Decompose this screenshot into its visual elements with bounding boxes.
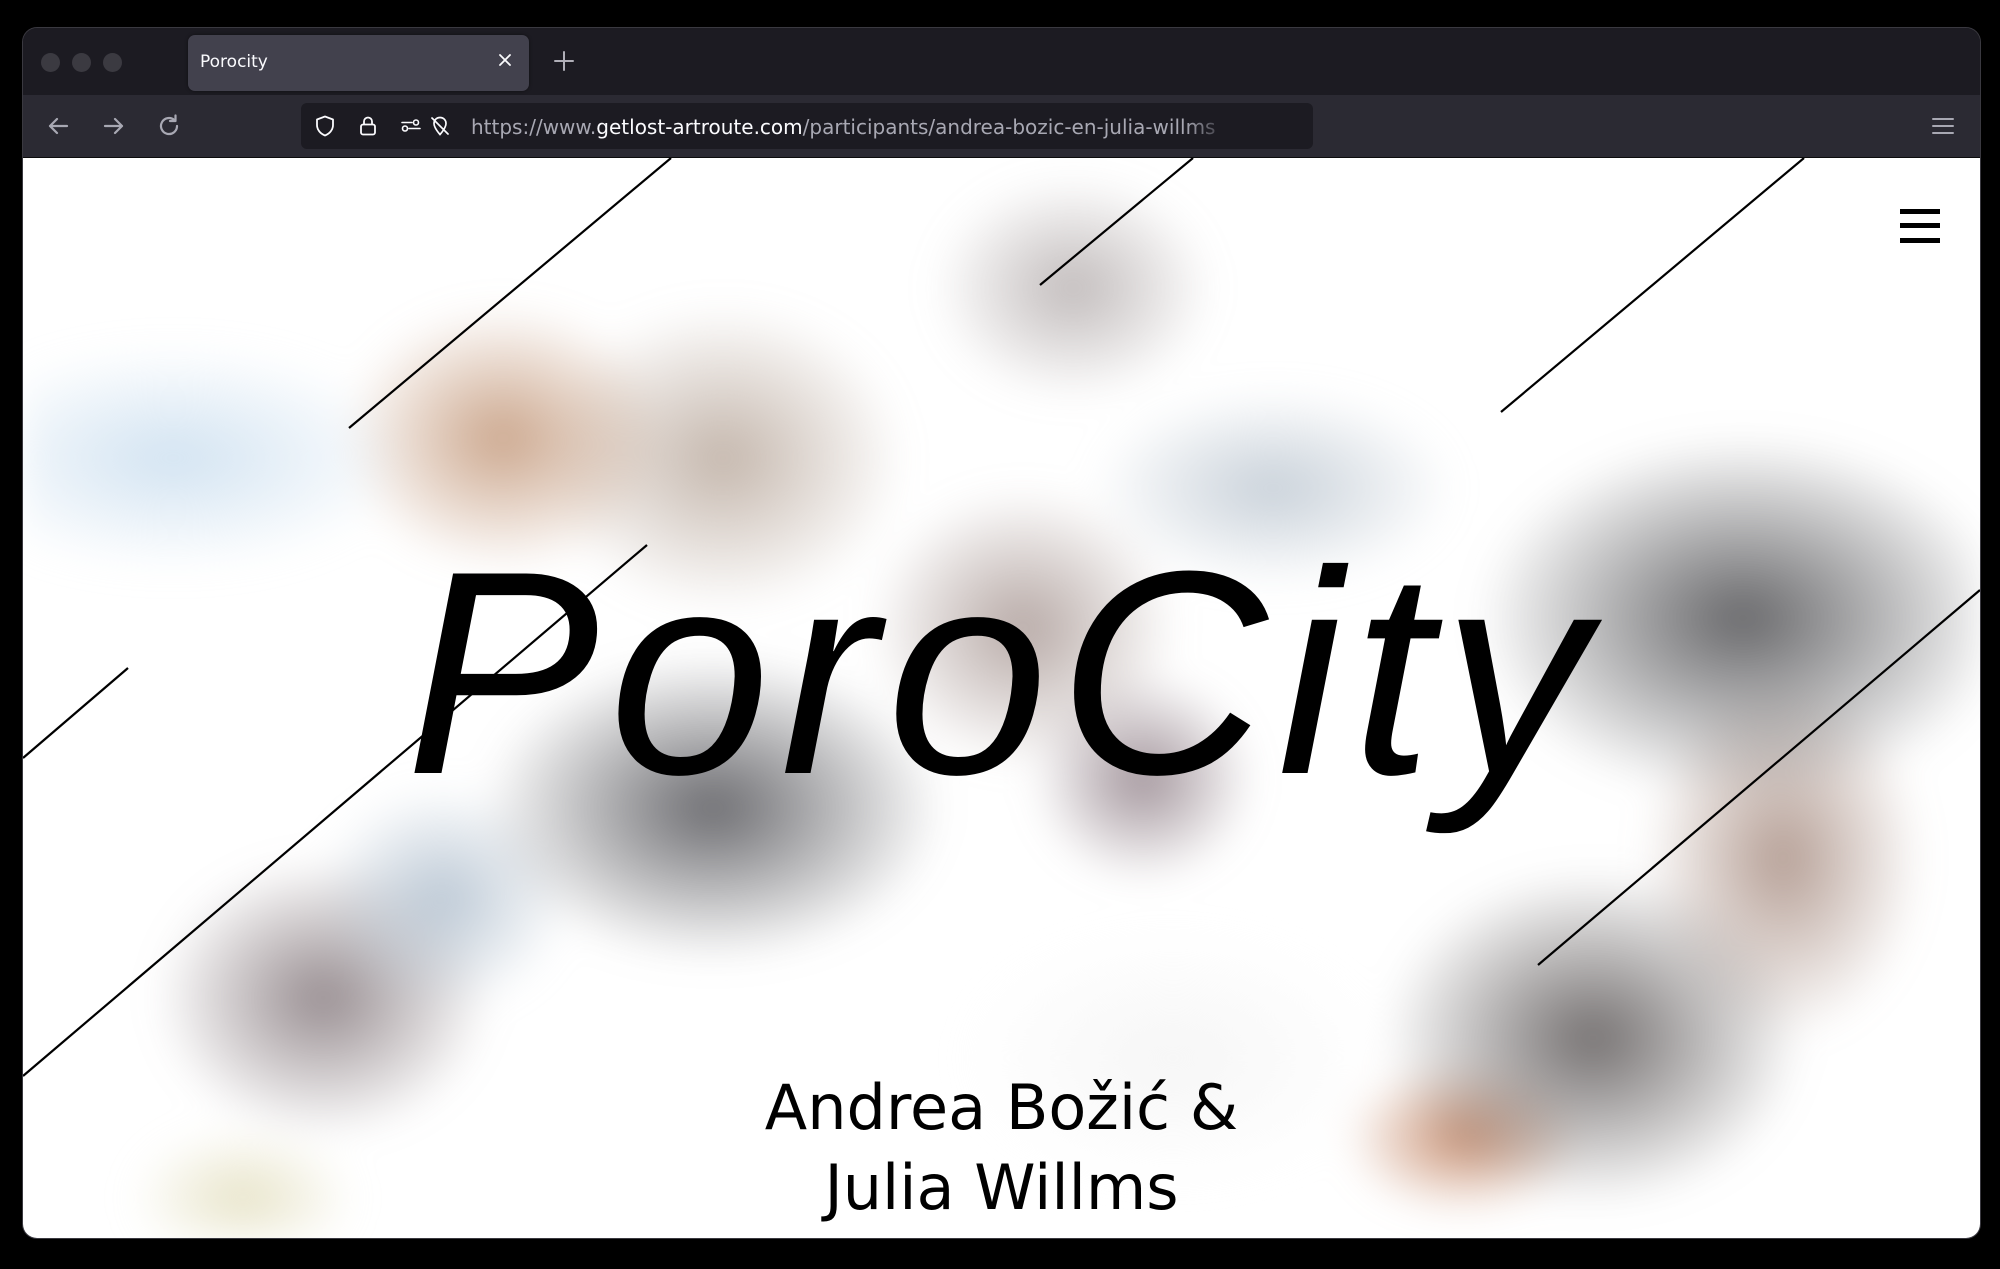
tab-porocity[interactable]: Porocity [188,35,529,91]
tab-title: Porocity [200,52,268,72]
arrow-left-icon[interactable] [43,111,73,141]
tab-strip: Porocity [23,28,1980,95]
url-host: getlost-artroute.com [596,115,803,139]
hamburger-icon[interactable] [1930,114,1956,138]
url-text[interactable]: https://www.getlost-artroute.com/partici… [471,115,1231,139]
shield-icon[interactable] [313,114,337,138]
navigation-toolbar: https://www.getlost-artroute.com/partici… [23,95,1980,158]
lock-icon[interactable] [356,114,380,138]
reload-icon[interactable] [154,111,184,141]
web-page: PoroCity Andrea Božić & Julia Willms [23,158,1980,1238]
hamburger-icon[interactable] [1900,208,1940,244]
window-zoom-button[interactable] [103,53,122,72]
arrow-right-icon[interactable] [99,111,129,141]
plus-icon[interactable] [551,48,577,74]
url-path: /participants/andrea-bozic-en-julia-will… [802,115,1216,139]
tracking-protection-icon[interactable] [428,114,452,138]
page-title: PoroCity [405,511,1598,835]
url-scheme: https://www. [471,115,597,139]
artists-line-2: Julia Willms [824,1151,1179,1224]
browser-window: Porocity https://www.getlost-artroute.co… [23,28,1980,1238]
artists-line-1: Andrea Božić & [764,1071,1239,1144]
url-bar[interactable]: https://www.getlost-artroute.com/partici… [301,103,1313,149]
artists-names: Andrea Božić & Julia Willms [23,1068,1980,1228]
window-close-button[interactable] [41,53,60,72]
permissions-icon[interactable] [399,114,423,138]
window-minimize-button[interactable] [72,53,91,72]
close-icon[interactable] [493,48,517,72]
